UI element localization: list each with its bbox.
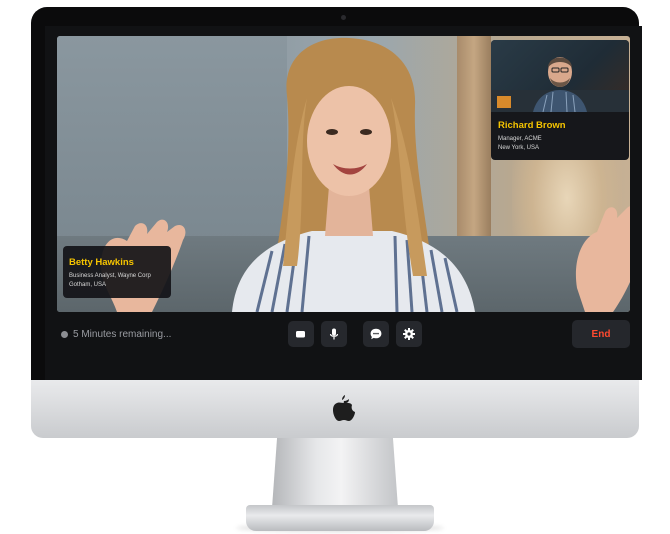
- settings-button[interactable]: [396, 321, 422, 347]
- time-remaining-text: 5 Minutes remaining...: [73, 329, 172, 340]
- main-participant-name-card: Betty Hawkins Business Analyst, Wayne Co…: [63, 246, 171, 298]
- imac-device: Betty Hawkins Business Analyst, Wayne Co…: [0, 0, 670, 534]
- microphone-toggle-button[interactable]: [321, 321, 347, 347]
- thumbnail-participant-location: New York, USA: [498, 145, 540, 151]
- main-participant-name: Betty Hawkins: [69, 257, 134, 268]
- microphone-icon: [329, 328, 339, 340]
- gear-icon: [403, 328, 415, 340]
- video-camera-icon: [296, 331, 305, 338]
- stand-foot: [246, 505, 434, 531]
- main-video-feed: Betty Hawkins Business Analyst, Wayne Co…: [57, 36, 630, 312]
- timer-icon: [61, 331, 68, 338]
- participant-thumbnail[interactable]: Richard Brown Manager, ACME New York, US…: [491, 40, 629, 160]
- end-call-button[interactable]: End: [572, 320, 630, 348]
- chat-bubble-icon: [370, 328, 382, 340]
- webcam-icon: [341, 15, 346, 20]
- thumbnail-video: [491, 40, 629, 113]
- main-participant-location: Gotham, USA: [69, 282, 107, 288]
- main-participant-role: Business Analyst, Wayne Corp: [69, 273, 151, 279]
- camera-toggle-button[interactable]: [288, 321, 314, 347]
- chat-button[interactable]: [363, 321, 389, 347]
- thumbnail-participant-role: Manager, ACME: [498, 136, 542, 142]
- apple-logo-icon: [333, 395, 355, 421]
- time-remaining: 5 Minutes remaining...: [61, 329, 171, 340]
- call-control-bar: 5 Minutes remaining... End: [57, 318, 630, 352]
- thumbnail-participant-name: Richard Brown: [498, 120, 566, 131]
- stand-neck: [272, 438, 398, 508]
- video-call-screen: Betty Hawkins Business Analyst, Wayne Co…: [45, 26, 642, 380]
